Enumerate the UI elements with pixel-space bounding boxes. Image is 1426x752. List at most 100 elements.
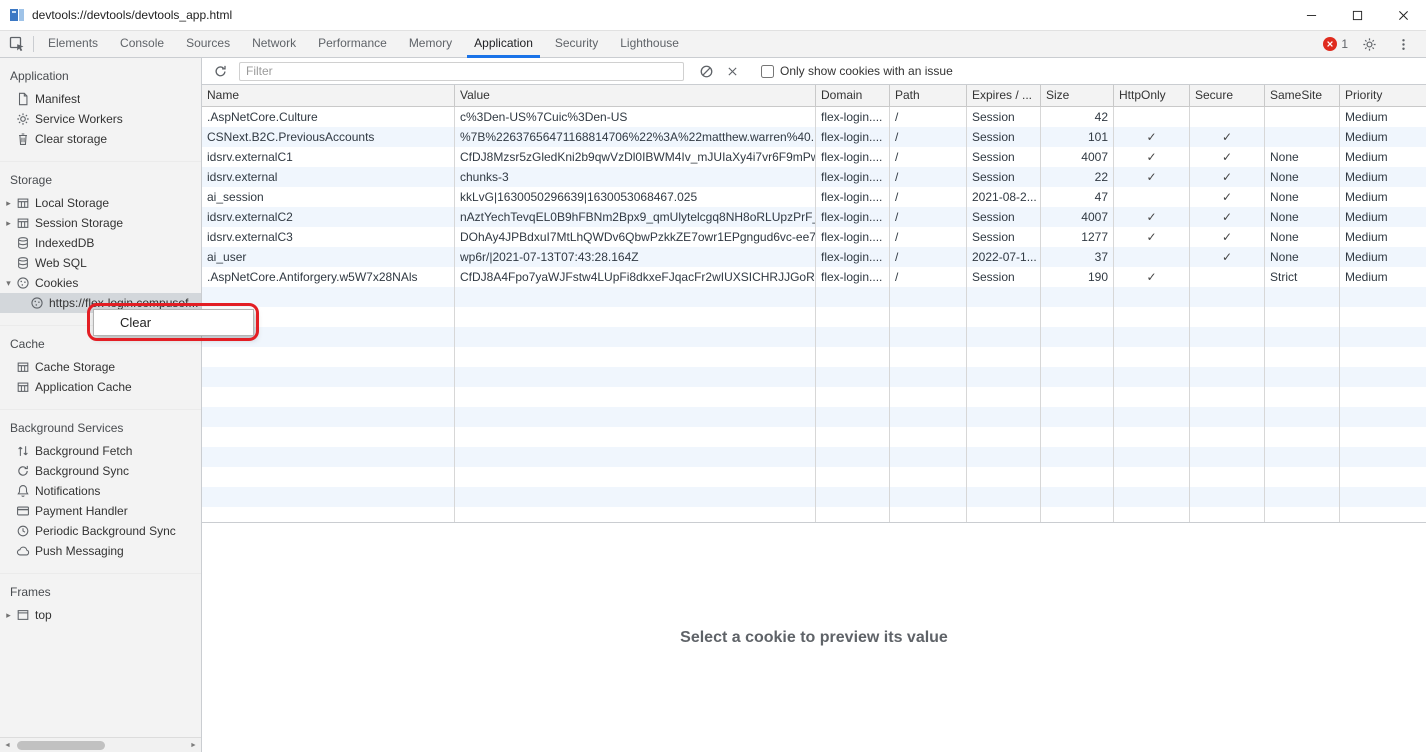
sidebar-item-top[interactable]: ▸top [0,605,201,625]
error-badge[interactable]: 1 [1323,37,1348,51]
chevron-down-icon[interactable]: ▾ [0,278,14,289]
cell-samesite [1265,427,1340,447]
cell-secure [1190,487,1265,507]
settings-gear-icon[interactable] [1356,32,1382,56]
cookie-row-aspnetcore-antiforgery-w5w7x28nals[interactable]: .AspNetCore.Antiforgery.w5W7x28NAlsCfDJ8… [202,267,1426,287]
column-header-priority[interactable]: Priority [1340,85,1426,106]
empty-row [202,367,1426,387]
sidebar-item-label: Push Messaging [35,544,124,558]
sidebar-item-manifest[interactable]: Manifest [0,89,201,109]
cookie-row-ai-session[interactable]: ai_sessionkkLvG|1630050296639|1630053068… [202,187,1426,207]
sidebar-horizontal-scrollbar[interactable]: ◄ ► [0,737,201,752]
column-header-expires[interactable]: Expires / ... [967,85,1041,106]
cell-httponly [1114,247,1190,267]
sidebar-item-clear-storage[interactable]: Clear storage [0,129,201,149]
push-messaging-icon [15,544,30,559]
tab-sources[interactable]: Sources [175,31,241,58]
column-header-name[interactable]: Name [202,85,455,106]
cookie-row-idsrv-externalc1[interactable]: idsrv.externalC1CfDJ8Mzsr5zGledKni2b9qwV… [202,147,1426,167]
tab-network[interactable]: Network [241,31,307,58]
filter-input[interactable] [239,62,684,81]
sidebar-item-background-fetch[interactable]: Background Fetch [0,441,201,461]
cell-domain [816,327,890,347]
close-button[interactable] [1380,0,1426,30]
sidebar-item-periodic-background-sync[interactable]: Periodic Background Sync [0,521,201,541]
more-options-icon[interactable] [1390,32,1416,56]
context-menu-item-clear[interactable]: Clear [94,311,253,334]
sidebar-item-cookies[interactable]: ▾Cookies [0,273,201,293]
cell-name: idsrv.externalC2 [202,207,455,227]
cell-size [1041,507,1114,523]
cookie-row-csnext-b2c-previousaccounts[interactable]: CSNext.B2C.PreviousAccounts%7B%226376564… [202,127,1426,147]
column-header-size[interactable]: Size [1041,85,1114,106]
issue-checkbox[interactable] [761,65,774,78]
sidebar-item-label: Notifications [35,484,100,498]
tab-security[interactable]: Security [544,31,609,58]
minimize-button[interactable] [1288,0,1334,30]
cell-value [455,467,816,487]
maximize-button[interactable] [1334,0,1380,30]
sidebar-item-cache-storage[interactable]: Cache Storage [0,357,201,377]
cell-httponly: ✓ [1114,147,1190,167]
tab-memory[interactable]: Memory [398,31,463,58]
scrollbar-thumb[interactable] [17,741,105,750]
cell-value: %7B%22637656471168814706%22%3A%22matthew… [455,127,816,147]
cell-secure [1190,287,1265,307]
cell-domain: flex-login.... [816,247,890,267]
cookie-row-idsrv-external[interactable]: idsrv.externalchunks-3flex-login..../Ses… [202,167,1426,187]
sidebar-item-label: Service Workers [35,112,123,126]
delete-selected-icon[interactable] [719,59,745,83]
sidebar-item-application-cache[interactable]: Application Cache [0,377,201,397]
sidebar-item-local-storage[interactable]: ▸Local Storage [0,193,201,213]
cell-domain [816,407,890,427]
column-header-domain[interactable]: Domain [816,85,890,106]
tab-lighthouse[interactable]: Lighthouse [609,31,690,58]
cookies-table: NameValueDomainPathExpires / ...SizeHttp… [202,85,1426,523]
chevron-right-icon[interactable]: ▸ [0,610,14,621]
cell-name: ai_user [202,247,455,267]
cell-samesite: None [1265,147,1340,167]
sidebar-item-indexeddb[interactable]: IndexedDB [0,233,201,253]
window-title: devtools://devtools/devtools_app.html [32,8,1288,22]
tab-elements[interactable]: Elements [37,31,109,58]
issue-filter[interactable]: Only show cookies with an issue [761,64,953,78]
sidebar-item-background-sync[interactable]: Background Sync [0,461,201,481]
tab-console[interactable]: Console [109,31,175,58]
column-header-samesite[interactable]: SameSite [1265,85,1340,106]
cell-httponly [1114,107,1190,127]
scroll-right-icon[interactable]: ► [186,738,201,752]
empty-row [202,447,1426,467]
cell-secure [1190,447,1265,467]
sidebar-item-service-workers[interactable]: Service Workers [0,109,201,129]
sidebar-item-payment-handler[interactable]: Payment Handler [0,501,201,521]
column-header-secure[interactable]: Secure [1190,85,1265,106]
chevron-right-icon[interactable]: ▸ [0,218,14,229]
cookie-row-idsrv-externalc2[interactable]: idsrv.externalC2nAztYechTevqEL0B9hFBNm2B… [202,207,1426,227]
cell-secure [1190,267,1265,287]
cookie-row-aspnetcore-culture[interactable]: .AspNetCore.Culturec%3Den-US%7Cuic%3Den-… [202,107,1426,127]
cell-secure: ✓ [1190,127,1265,147]
section-title-cache: Cache [0,334,201,354]
sidebar-item-push-messaging[interactable]: Push Messaging [0,541,201,561]
cell-value [455,307,816,327]
sidebar-item-session-storage[interactable]: ▸Session Storage [0,213,201,233]
sidebar-item-notifications[interactable]: Notifications [0,481,201,501]
tab-performance[interactable]: Performance [307,31,398,58]
cookie-row-ai-user[interactable]: ai_userwp6r/|2021-07-13T07:43:28.164Zfle… [202,247,1426,267]
cell-name [202,427,455,447]
sidebar-item-web-sql[interactable]: Web SQL [0,253,201,273]
scroll-left-icon[interactable]: ◄ [0,738,15,752]
chevron-right-icon[interactable]: ▸ [0,198,14,209]
refresh-icon[interactable] [207,59,233,83]
cell-httponly [1114,447,1190,467]
column-header-path[interactable]: Path [890,85,967,106]
clear-all-cookies-icon[interactable] [693,59,719,83]
tab-application[interactable]: Application [463,31,544,58]
cell-size [1041,307,1114,327]
column-header-httponly[interactable]: HttpOnly [1114,85,1190,106]
cookie-row-idsrv-externalc3[interactable]: idsrv.externalC3DOhAy4JPBdxuI7MtLhQWDv6Q… [202,227,1426,247]
titlebar: devtools://devtools/devtools_app.html [0,0,1426,30]
column-header-value[interactable]: Value [455,85,816,106]
inspect-element-button[interactable] [4,32,30,56]
cell-samesite [1265,447,1340,467]
